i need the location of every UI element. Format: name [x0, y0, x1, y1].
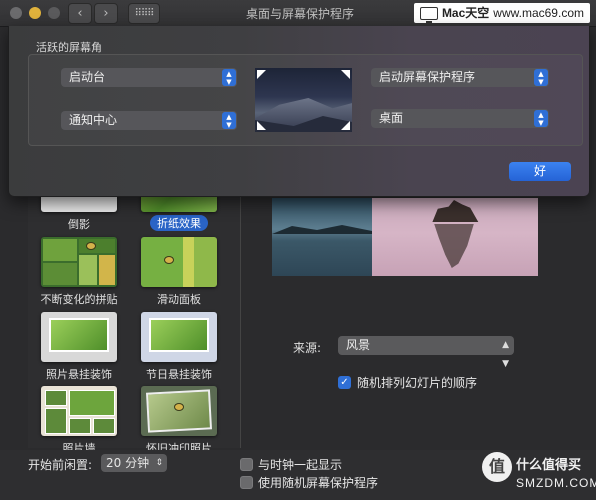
source-label: 来源: — [293, 341, 322, 355]
screensaver-preview — [272, 198, 538, 276]
ok-button[interactable]: 好 — [509, 162, 571, 181]
bottom-left-corner-value: 通知中心 — [69, 113, 118, 127]
corner-marker-icon — [257, 70, 266, 79]
source-value: 风景 — [346, 338, 371, 352]
source-select[interactable]: 风景 ▲ ▼ — [338, 336, 514, 369]
updown-chevron-icon: ▲ ▼ — [534, 110, 548, 127]
corner-marker-icon — [341, 121, 350, 130]
random-screensaver-checkbox[interactable] — [240, 476, 253, 489]
show-with-clock-checkbox[interactable] — [240, 458, 253, 471]
show-with-clock-label: 与时钟一起显示 — [258, 458, 343, 472]
watermark-url: www.mac69.com — [493, 6, 584, 20]
corner-marker-icon — [257, 121, 266, 130]
shuffle-option[interactable]: ✓ 随机排列幻灯片的顺序 — [338, 374, 477, 391]
show-with-clock-option[interactable]: 与时钟一起显示 — [240, 456, 342, 473]
updown-chevron-icon: ▲ ▼ — [222, 69, 236, 86]
bottom-left-corner-select[interactable]: 通知中心 ▲ ▼ — [61, 111, 237, 130]
smzdm-url: SMZDM.COM — [516, 476, 596, 490]
window-title: 桌面与屏幕保护程序 — [245, 7, 354, 21]
shuffle-checkbox[interactable]: ✓ — [338, 376, 351, 389]
smzdm-logo-icon: 值 — [482, 452, 512, 482]
smzdm-watermark: 值 什么值得买 SMZDM.COM — [480, 444, 596, 500]
monitor-icon — [419, 6, 438, 23]
screensaver-thumbnail — [41, 237, 117, 287]
landscape-photo-lake — [272, 198, 372, 276]
chevron-left-icon: ‹ — [77, 6, 83, 21]
back-button[interactable]: ‹ — [68, 3, 92, 24]
top-left-corner-value: 启动台 — [69, 70, 106, 84]
grid-icon: ⠿⠿⠿ — [134, 8, 155, 19]
title-bar: ‹ › ⠿⠿⠿ 桌面与屏幕保护程序 Mac天空 www.mac69.com — [0, 0, 596, 27]
hot-corners-title: 活跃的屏幕角 — [36, 41, 102, 54]
screensaver-item-shifting-tiles[interactable]: 不断变化的拼贴 — [34, 237, 124, 307]
landscape-photo-rock — [372, 198, 538, 276]
hot-corners-sheet: 活跃的屏幕角 启动台 ▲ ▼ 通知中心 ▲ ▼ 启动屏幕保护程序 ▲ ▼ 桌面 ▲ ▼ … — [8, 26, 590, 197]
minimize-window-button[interactable] — [29, 7, 41, 19]
updown-chevron-icon: ▲ ▼ — [502, 340, 509, 369]
screensaver-item-sliding-panels[interactable]: 滑动面板 — [134, 237, 224, 307]
random-screensaver-option[interactable]: 使用随机屏幕保护程序 — [240, 474, 378, 491]
zoom-window-button[interactable] — [48, 7, 60, 19]
top-right-corner-select[interactable]: 启动屏幕保护程序 ▲ ▼ — [371, 68, 549, 87]
screensaver-label: 不断变化的拼贴 — [40, 293, 118, 306]
watermark-brand: Mac天空 — [441, 6, 490, 20]
screensaver-thumbnail — [141, 386, 217, 436]
show-all-button[interactable]: ⠿⠿⠿ — [128, 3, 160, 24]
screensaver-list: 倒影 折纸效果 不断变化的拼贴 滑动面板 照片悬挂装饰 节日悬挂装饰 照片墙 怀… — [28, 166, 241, 455]
close-window-button[interactable] — [10, 7, 22, 19]
screensaver-label: 节日悬挂装饰 — [146, 368, 212, 381]
screensaver-label: 倒影 — [68, 218, 90, 231]
screensaver-item-vintage-prints[interactable]: 怀旧冲印照片 — [134, 386, 224, 456]
updown-chevron-icon: ⇕ — [155, 458, 163, 468]
screensaver-thumbnail — [41, 386, 117, 436]
screensaver-thumbnail — [141, 312, 217, 362]
corner-marker-icon — [341, 70, 350, 79]
screensaver-label: 滑动面板 — [157, 293, 201, 306]
screensaver-item-holiday-mobile[interactable]: 节日悬挂装饰 — [134, 312, 224, 382]
start-after-select[interactable]: 20 分钟 ⇕ — [101, 454, 167, 472]
screensaver-item-photo-mobile[interactable]: 照片悬挂装饰 — [34, 312, 124, 382]
updown-chevron-icon: ▲ ▼ — [534, 69, 548, 86]
chevron-right-icon: › — [103, 6, 109, 21]
top-left-corner-select[interactable]: 启动台 ▲ ▼ — [61, 68, 237, 87]
updown-chevron-icon: ▲ ▼ — [222, 112, 236, 129]
forward-button[interactable]: › — [94, 3, 118, 24]
start-after-value: 20 分钟 — [106, 456, 150, 470]
mac69-watermark: Mac天空 www.mac69.com — [413, 3, 590, 23]
screensaver-item-photo-wall[interactable]: 照片墙 — [34, 386, 124, 456]
random-screensaver-label: 使用随机屏幕保护程序 — [258, 476, 379, 490]
screensaver-label: 照片悬挂装饰 — [46, 368, 112, 381]
start-after-label: 开始前闲置: — [28, 458, 93, 472]
screen-corners-preview — [255, 68, 352, 132]
top-right-corner-value: 启动屏幕保护程序 — [379, 70, 476, 84]
bottom-right-corner-select[interactable]: 桌面 ▲ ▼ — [371, 109, 549, 128]
smzdm-name: 什么值得买 — [516, 458, 582, 473]
screensaver-thumbnail — [41, 312, 117, 362]
bottom-right-corner-value: 桌面 — [379, 111, 404, 125]
screensaver-thumbnail — [141, 237, 217, 287]
shuffle-label: 随机排列幻灯片的顺序 — [357, 376, 478, 390]
screensaver-label-selected: 折纸效果 — [150, 215, 208, 231]
